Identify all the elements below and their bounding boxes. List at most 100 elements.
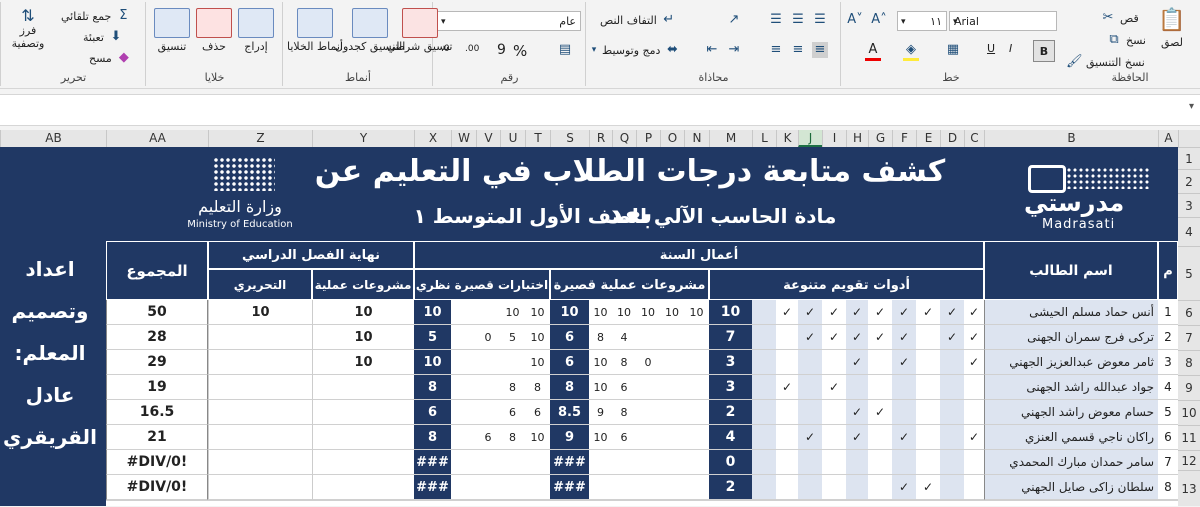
written-score[interactable] — [208, 425, 312, 450]
fill-button[interactable]: تعبئة ⬇ — [83, 29, 124, 45]
total-score[interactable]: 19 — [106, 375, 208, 400]
quiz-score[interactable]: 6 — [476, 425, 500, 450]
check-cell[interactable]: ✓ — [868, 325, 892, 350]
written-score[interactable] — [208, 375, 312, 400]
quiz-score[interactable] — [476, 450, 500, 475]
row-number[interactable]: 8 — [1158, 475, 1178, 500]
quizzes-total[interactable]: ### — [414, 450, 451, 475]
row-number[interactable]: 4 — [1158, 375, 1178, 400]
column-header-t[interactable]: T — [525, 130, 550, 147]
check-cell[interactable] — [752, 300, 776, 325]
check-cell[interactable]: ✓ — [846, 325, 868, 350]
column-header-j[interactable]: J — [798, 130, 822, 147]
check-cell[interactable] — [964, 375, 984, 400]
check-cell[interactable]: ✓ — [964, 325, 984, 350]
project-score[interactable]: 6 — [612, 425, 636, 450]
quizzes-total[interactable]: 8 — [414, 375, 451, 400]
percent-button[interactable]: % — [513, 42, 527, 60]
check-cell[interactable]: ✓ — [868, 300, 892, 325]
insert-button[interactable]: إدراج — [238, 8, 274, 53]
project-score[interactable]: 8 — [612, 400, 636, 425]
quiz-score[interactable]: 6 — [500, 400, 525, 425]
practical-score[interactable]: 10 — [312, 350, 414, 375]
check-cell[interactable]: ✓ — [846, 300, 868, 325]
practical-score[interactable] — [312, 375, 414, 400]
quiz-score[interactable] — [500, 350, 525, 375]
tools-total[interactable]: 3 — [709, 375, 752, 400]
project-score[interactable] — [636, 475, 660, 500]
quiz-score[interactable]: 6 — [525, 400, 550, 425]
column-header-z[interactable]: Z — [208, 130, 312, 147]
cut-button[interactable]: ✂ قص — [1100, 10, 1139, 26]
comma-button[interactable]: 9 — [497, 42, 506, 58]
check-cell[interactable] — [752, 425, 776, 450]
check-cell[interactable] — [822, 425, 846, 450]
quiz-score[interactable] — [500, 450, 525, 475]
column-header-u[interactable]: U — [500, 130, 525, 147]
project-score[interactable] — [684, 375, 709, 400]
student-name[interactable]: حسام معوض راشد الجهني — [984, 400, 1158, 425]
quiz-score[interactable]: 8 — [525, 375, 550, 400]
written-score[interactable] — [208, 450, 312, 475]
project-score[interactable]: 0 — [636, 350, 660, 375]
row-number[interactable]: 5 — [1158, 400, 1178, 425]
project-score[interactable] — [684, 425, 709, 450]
quiz-score[interactable] — [451, 400, 476, 425]
column-header-n[interactable]: N — [684, 130, 709, 147]
row-header-9[interactable]: 9 — [1178, 375, 1200, 400]
student-name[interactable]: سامر حمدان مبارك المحمدي — [984, 450, 1158, 475]
project-score[interactable]: 6 — [612, 375, 636, 400]
check-cell[interactable]: ✓ — [892, 475, 916, 500]
sort-filter-button[interactable]: ⇅ فرز وتصفية — [5, 8, 51, 51]
check-cell[interactable] — [822, 350, 846, 375]
check-cell[interactable] — [752, 475, 776, 500]
project-score[interactable]: 10 — [612, 300, 636, 325]
check-cell[interactable] — [752, 325, 776, 350]
check-cell[interactable] — [776, 325, 798, 350]
check-cell[interactable] — [752, 350, 776, 375]
check-cell[interactable] — [964, 450, 984, 475]
project-score[interactable]: 10 — [589, 375, 612, 400]
font-name-dropdown[interactable]: Arial ▾ — [949, 11, 1057, 31]
quiz-score[interactable]: 10 — [525, 350, 550, 375]
project-score[interactable] — [589, 475, 612, 500]
quizzes-total[interactable]: 5 — [414, 325, 451, 350]
merge-center-button[interactable]: ▾ دمج وتوسيط ⬌ — [590, 42, 680, 58]
select-all-corner[interactable] — [1178, 130, 1200, 147]
check-cell[interactable]: ✓ — [798, 425, 822, 450]
project-score[interactable] — [636, 400, 660, 425]
check-cell[interactable] — [940, 425, 964, 450]
check-cell[interactable] — [892, 375, 916, 400]
check-cell[interactable] — [940, 475, 964, 500]
align-middle-button[interactable]: ☰ — [790, 12, 806, 28]
check-cell[interactable]: ✓ — [940, 325, 964, 350]
borders-button[interactable]: ▦ — [945, 42, 961, 58]
number-format-dropdown[interactable]: عام ▾ — [437, 11, 581, 31]
tools-total[interactable]: 7 — [709, 325, 752, 350]
check-cell[interactable] — [940, 375, 964, 400]
quiz-score[interactable] — [476, 400, 500, 425]
check-cell[interactable] — [776, 300, 798, 325]
projects-total[interactable]: 8 — [550, 375, 589, 400]
align-center-button[interactable]: ≡ — [790, 42, 806, 58]
projects-total[interactable]: 6 — [550, 350, 589, 375]
format-cells-button[interactable]: تنسيق — [154, 8, 190, 53]
written-score[interactable]: 10 — [208, 300, 312, 325]
project-score[interactable] — [684, 475, 709, 500]
delete-button[interactable]: حذف — [196, 8, 232, 53]
practical-score[interactable]: 10 — [312, 300, 414, 325]
column-header-q[interactable]: Q — [612, 130, 636, 147]
check-cell[interactable]: ✓ — [822, 375, 846, 400]
total-score[interactable]: 29 — [106, 350, 208, 375]
project-score[interactable] — [636, 450, 660, 475]
written-score[interactable] — [208, 400, 312, 425]
check-cell[interactable] — [752, 375, 776, 400]
check-cell[interactable] — [868, 475, 892, 500]
column-header-s[interactable]: S — [550, 130, 589, 147]
column-header-l[interactable]: L — [752, 130, 776, 147]
quiz-score[interactable]: 10 — [500, 300, 525, 325]
quiz-score[interactable] — [476, 475, 500, 500]
row-header-13[interactable]: 13 — [1178, 470, 1200, 506]
check-cell[interactable]: ✓ — [892, 425, 916, 450]
column-header-a[interactable]: A — [1158, 130, 1178, 147]
